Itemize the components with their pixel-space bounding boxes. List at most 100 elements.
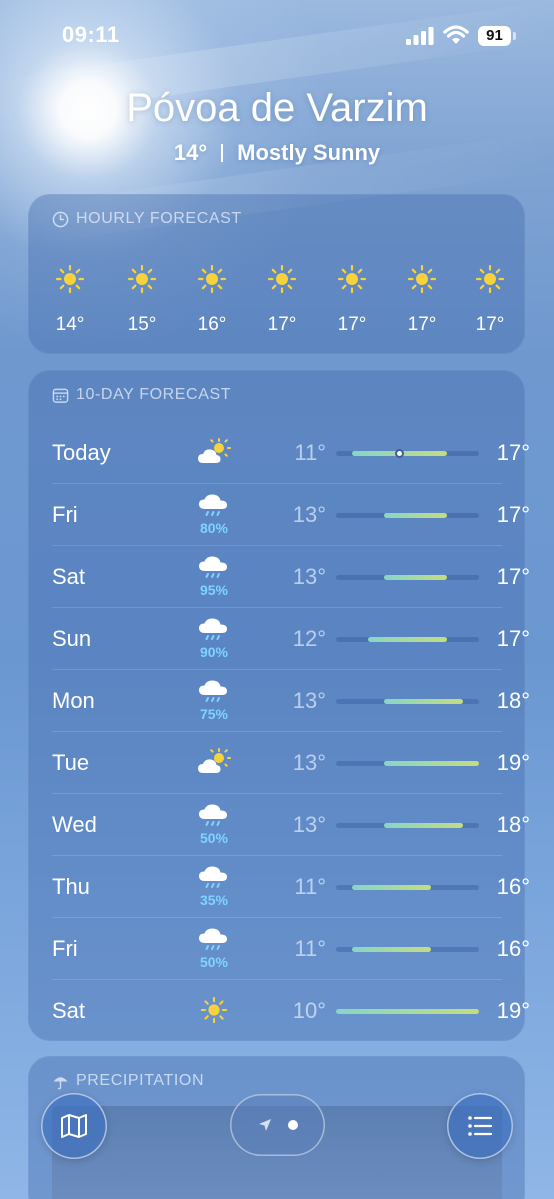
- low-temperature: 13°: [292, 688, 326, 713]
- temperature-range-fill: [383, 761, 479, 766]
- forecast-day-row[interactable]: Fri 50% 11° 16°: [52, 918, 530, 980]
- hourly-temperature: 14°: [55, 314, 85, 335]
- day-label: Mon: [52, 688, 95, 713]
- rain-icon: [194, 492, 234, 520]
- sun-icon: [252, 264, 312, 294]
- low-temperature: 13°: [292, 502, 326, 527]
- sun-icon: [182, 264, 242, 294]
- high-temperature: 19°: [496, 998, 530, 1023]
- day-label: Tue: [52, 750, 90, 775]
- forecast-day-row[interactable]: Sun 90% 12° 17°: [52, 608, 530, 670]
- weather-icon-cell: 80%: [194, 492, 234, 538]
- forecast-day-row[interactable]: Wed 50% 13° 18°: [52, 794, 530, 856]
- umbrella-icon: [53, 1076, 68, 1089]
- cellular-signal-icon: [406, 27, 434, 45]
- hourly-item: 17°: [392, 264, 452, 336]
- temperature-range-bar: [336, 637, 479, 642]
- hourly-temperature: 17°: [267, 314, 297, 335]
- temperature-range-bar: [336, 449, 479, 458]
- rain-icon: [194, 864, 234, 892]
- sun-icon: [194, 996, 234, 1024]
- temperature-range-bar: [336, 699, 479, 704]
- status-bar: 09:11 91: [0, 0, 554, 70]
- day-label: Sat: [52, 564, 86, 589]
- weather-icon-cell: 50%: [194, 926, 234, 972]
- precipitation-chance: 80%: [199, 520, 229, 536]
- high-temperature: 17°: [496, 626, 530, 651]
- location-arrow-icon: [259, 1119, 271, 1131]
- hourly-item: 15°: [112, 264, 172, 336]
- temperature-range-bar: [336, 947, 479, 952]
- day-label: Sat: [52, 998, 86, 1023]
- weather-icon-cell: [194, 740, 234, 786]
- hourly-temperature: 17°: [337, 314, 367, 335]
- weather-icon-cell: 90%: [194, 616, 234, 662]
- sun-icon: [392, 264, 452, 294]
- forecast-day-row[interactable]: Today 11° 17°: [52, 422, 530, 484]
- temperature-range-bar: [336, 575, 479, 580]
- hourly-temperature: 16°: [197, 314, 227, 335]
- location-page-indicator[interactable]: [230, 1094, 325, 1156]
- current-temperature-dot: [395, 449, 405, 458]
- temperature-range-fill: [383, 575, 448, 580]
- precipitation-chance: 95%: [199, 582, 229, 598]
- precipitation-chance: 90%: [199, 644, 229, 660]
- clock-icon: [52, 211, 69, 227]
- weather-icon-cell: [194, 988, 234, 1034]
- rain-icon: [194, 554, 234, 582]
- partly-sunny-icon: [194, 438, 234, 466]
- high-temperature: 16°: [496, 936, 530, 961]
- hourly-temperature: 15°: [127, 314, 157, 335]
- hourly-forecast-title: HOURLY FORECAST: [76, 210, 242, 227]
- temperature-range-fill: [351, 947, 432, 952]
- sun-icon: [112, 264, 172, 294]
- low-temperature: 12°: [292, 626, 326, 651]
- map-button[interactable]: [41, 1093, 107, 1159]
- high-temperature: 18°: [496, 688, 530, 713]
- day-label: Today: [52, 440, 111, 465]
- day-label: Fri: [52, 502, 78, 527]
- precipitation-chance: 35%: [199, 892, 229, 908]
- hourly-temperature: 17°: [475, 314, 505, 335]
- temperature-range-bar: [336, 513, 479, 518]
- high-temperature: 17°: [496, 440, 530, 465]
- temperature-range-fill: [367, 637, 448, 642]
- forecast-day-row[interactable]: Mon 75% 13° 18°: [52, 670, 530, 732]
- current-temperature: 14°: [173, 140, 208, 165]
- partly-sunny-icon: [194, 748, 234, 776]
- hourly-item: 14°: [40, 264, 100, 336]
- ten-day-forecast-card[interactable]: 10-DAY FORECAST Today 11° 17° Fri 80% 13° 17° S…: [28, 370, 530, 1042]
- forecast-day-row[interactable]: Thu 35% 11° 16°: [52, 856, 530, 918]
- hourly-item: 17°: [252, 264, 312, 336]
- high-temperature: 17°: [496, 564, 530, 589]
- low-temperature: 11°: [294, 936, 326, 961]
- forecast-day-row[interactable]: Tue 13° 19°: [52, 732, 530, 794]
- precipitation-chance: 75%: [199, 706, 229, 722]
- sun-icon: [460, 264, 520, 294]
- city-list-button[interactable]: [447, 1093, 513, 1159]
- city-name: Póvoa de Varzim: [126, 86, 428, 130]
- sun-icon: [40, 264, 100, 294]
- hourly-forecast-header: HOURLY FORECAST: [52, 210, 242, 228]
- sun-icon: [322, 264, 382, 294]
- weather-icon-cell: 75%: [194, 678, 234, 724]
- hourly-item: 17°: [460, 264, 520, 336]
- calendar-icon: [52, 388, 69, 403]
- forecast-day-row[interactable]: Sat 95% 13° 17°: [52, 546, 530, 608]
- status-time: 09:11: [62, 22, 120, 47]
- rain-icon: [194, 802, 234, 830]
- hourly-item: 16°: [182, 264, 242, 336]
- day-label: Sun: [52, 626, 92, 651]
- hourly-forecast-card[interactable]: HOURLY FORECAST 14° 15° 16° 17° 17° 17° 17°: [28, 194, 525, 354]
- forecast-day-row[interactable]: Sat 10° 19°: [52, 980, 530, 1042]
- hourly-temperature: 17°: [407, 314, 437, 335]
- current-conditions: 14° Mostly Sunny: [0, 140, 554, 166]
- forecast-day-row[interactable]: Fri 80% 13° 17°: [52, 484, 530, 546]
- high-temperature: 16°: [496, 874, 530, 899]
- low-temperature: 11°: [294, 440, 326, 465]
- weather-icon-cell: 95%: [194, 554, 234, 600]
- weather-icon-cell: 50%: [194, 802, 234, 848]
- rain-icon: [194, 616, 234, 644]
- precipitation-header: PRECIPITATION: [52, 1072, 204, 1090]
- day-label: Thu: [52, 874, 90, 899]
